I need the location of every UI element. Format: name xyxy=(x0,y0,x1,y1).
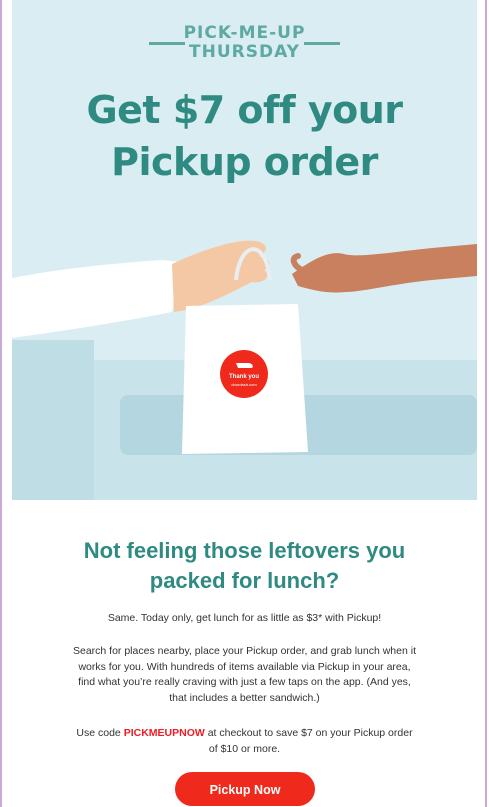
headline-line-1: Get $7 off your xyxy=(86,88,403,132)
kicker-line-1: PICK-ME-UP xyxy=(183,23,306,43)
details-line-3: find what you’re really craving with jus… xyxy=(78,676,411,688)
right-arm-icon xyxy=(292,244,477,293)
hero-banner: PICK-ME-UP THURSDAY Get $7 off your Pick… xyxy=(12,0,477,500)
pickup-now-button[interactable]: Pickup Now xyxy=(175,772,315,806)
email-frame: PICK-ME-UP THURSDAY Get $7 off your Pick… xyxy=(0,0,487,807)
section-subhead: Not feeling those leftovers you packed f… xyxy=(32,536,457,596)
promo-code: PICKMEUPNOW xyxy=(123,727,205,739)
details-paragraph: Search for places nearby, place your Pic… xyxy=(42,644,447,706)
right-thumb-icon xyxy=(290,253,305,273)
hero-headline: Get $7 off your Pickup order xyxy=(12,84,477,188)
bag-label: Thank you xyxy=(229,374,259,380)
kicker-rule-left xyxy=(149,42,185,45)
details-line-1: Search for places nearby, place your Pic… xyxy=(72,645,416,657)
couch-arm xyxy=(12,340,94,500)
details-line-4: that includes a better sandwich.) xyxy=(169,691,320,704)
kicker-line-2: THURSDAY xyxy=(189,42,300,62)
promo-prefix: Use code xyxy=(76,727,124,739)
sleeve-icon xyxy=(12,260,180,338)
details-line-2: works for you. With hundreds of items av… xyxy=(78,660,411,673)
subhead-line-2: packed for lunch? xyxy=(149,568,340,593)
doordash-logo-icon xyxy=(236,363,253,368)
promo-line-2: of $10 or more. xyxy=(208,742,281,755)
promo-suffix: at checkout to save $7 on your Pickup or… xyxy=(204,727,413,739)
intro-paragraph: Same. Today only, get lunch for as littl… xyxy=(107,612,382,624)
subhead-line-1: Not feeling those leftovers you xyxy=(83,538,406,563)
kicker-rule-right xyxy=(304,42,340,45)
email-body: Not feeling those leftovers you packed f… xyxy=(12,500,477,807)
kicker: PICK-ME-UP THURSDAY xyxy=(12,24,477,62)
promo-paragraph: Use code PICKMEUPNOW at checkout to save… xyxy=(42,726,447,757)
headline-line-2: Pickup order xyxy=(111,140,378,184)
bag-sublabel: doordash.com xyxy=(231,382,257,387)
hero-illustration: Thank you doordash.com xyxy=(12,240,477,500)
